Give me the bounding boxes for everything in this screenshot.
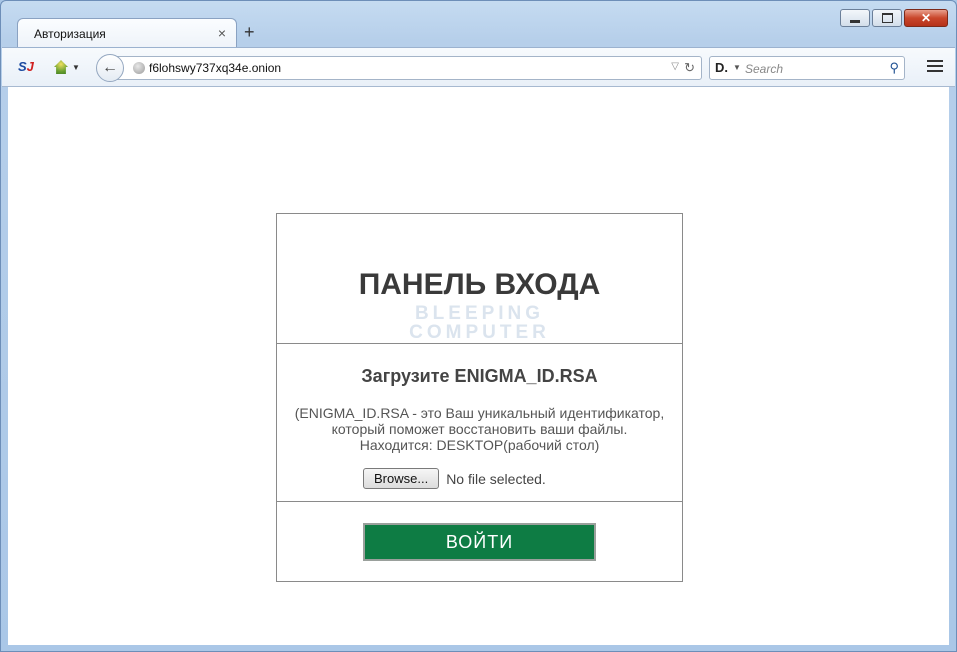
submit-section: ВОЙТИ (277, 502, 682, 582)
close-window-button[interactable]: ✕ (904, 9, 948, 27)
home-icon (54, 60, 68, 74)
tab-authorization[interactable]: Авторизация × (17, 18, 237, 48)
globe-icon (133, 62, 145, 74)
url-text[interactable]: f6lohswy737xq34e.onion (149, 61, 281, 75)
minimize-icon (850, 19, 860, 23)
page-title: ПАНЕЛЬ ВХОДА (358, 268, 601, 301)
login-panel: ПАНЕЛЬ ВХОДА BLEEPING COMPUTER Загрузите… (276, 213, 683, 582)
upload-description: (ENIGMA_ID.RSA - это Ваш уникальный иден… (287, 405, 672, 453)
back-button[interactable]: ← (96, 54, 124, 82)
home-button[interactable]: ▼ (54, 57, 82, 77)
siteadvisor-icon[interactable]: SJ (18, 59, 34, 74)
navigation-toolbar: SJ ▼ f6lohswy737xq34e.onion ▽ ↻ ← D. ▼ S… (2, 47, 955, 87)
upload-section: Загрузите ENIGMA_ID.RSA (ENIGMA_ID.RSA -… (277, 344, 682, 502)
chevron-down-icon: ▼ (72, 62, 80, 72)
watermark-line2: COMPUTER (409, 322, 550, 343)
watermark-line1: BLEEPING (414, 303, 545, 324)
browser-window: ✕ Авторизация × + SJ ▼ f6lohswy737xq34e.… (0, 0, 957, 652)
panel-header: ПАНЕЛЬ ВХОДА BLEEPING COMPUTER (277, 214, 682, 344)
watermark: BLEEPING COMPUTER (277, 304, 682, 342)
reload-icon[interactable]: ↻ (684, 60, 695, 76)
hamburger-menu-icon[interactable] (927, 60, 943, 75)
maximize-button[interactable] (872, 9, 902, 27)
new-tab-button[interactable]: + (244, 22, 255, 43)
upload-desc-line2: который поможет восстановить ваши файлы. (331, 421, 628, 437)
close-icon: ✕ (920, 11, 932, 25)
search-bar[interactable]: D. ▼ Search ⚲ (709, 56, 905, 80)
upload-desc-line3: Находится: DESKTOP(рабочий стол) (359, 437, 600, 453)
file-status: No file selected. (446, 470, 546, 487)
search-engine-logo[interactable]: D. (715, 60, 728, 75)
siteadvisor-logo-j: J (26, 59, 34, 74)
url-bar[interactable]: f6lohswy737xq34e.onion ▽ ↻ (114, 56, 702, 80)
tab-title: Авторизация (34, 27, 106, 41)
search-engine-dropdown-icon[interactable]: ▼ (733, 63, 741, 72)
upload-title: Загрузите ENIGMA_ID.RSA (361, 366, 598, 386)
back-arrow-icon: ← (102, 59, 118, 76)
browse-button[interactable]: Browse... (363, 468, 440, 489)
upload-desc-line1: (ENIGMA_ID.RSA - это Ваш уникальный иден… (294, 405, 665, 421)
search-icon[interactable]: ⚲ (889, 60, 899, 76)
tab-close-icon[interactable]: × (218, 25, 226, 41)
file-input[interactable]: Browse... No file selected. (363, 468, 546, 489)
page-content: ПАНЕЛЬ ВХОДА BLEEPING COMPUTER Загрузите… (8, 87, 949, 645)
login-button[interactable]: ВОЙТИ (363, 523, 596, 561)
minimize-button[interactable] (840, 9, 870, 27)
search-input[interactable]: Search (745, 62, 783, 76)
maximize-icon (881, 13, 893, 23)
window-controls: ✕ (840, 9, 948, 27)
url-history-dropdown-icon[interactable]: ▽ (671, 61, 679, 72)
siteadvisor-logo-s: S (18, 59, 27, 74)
